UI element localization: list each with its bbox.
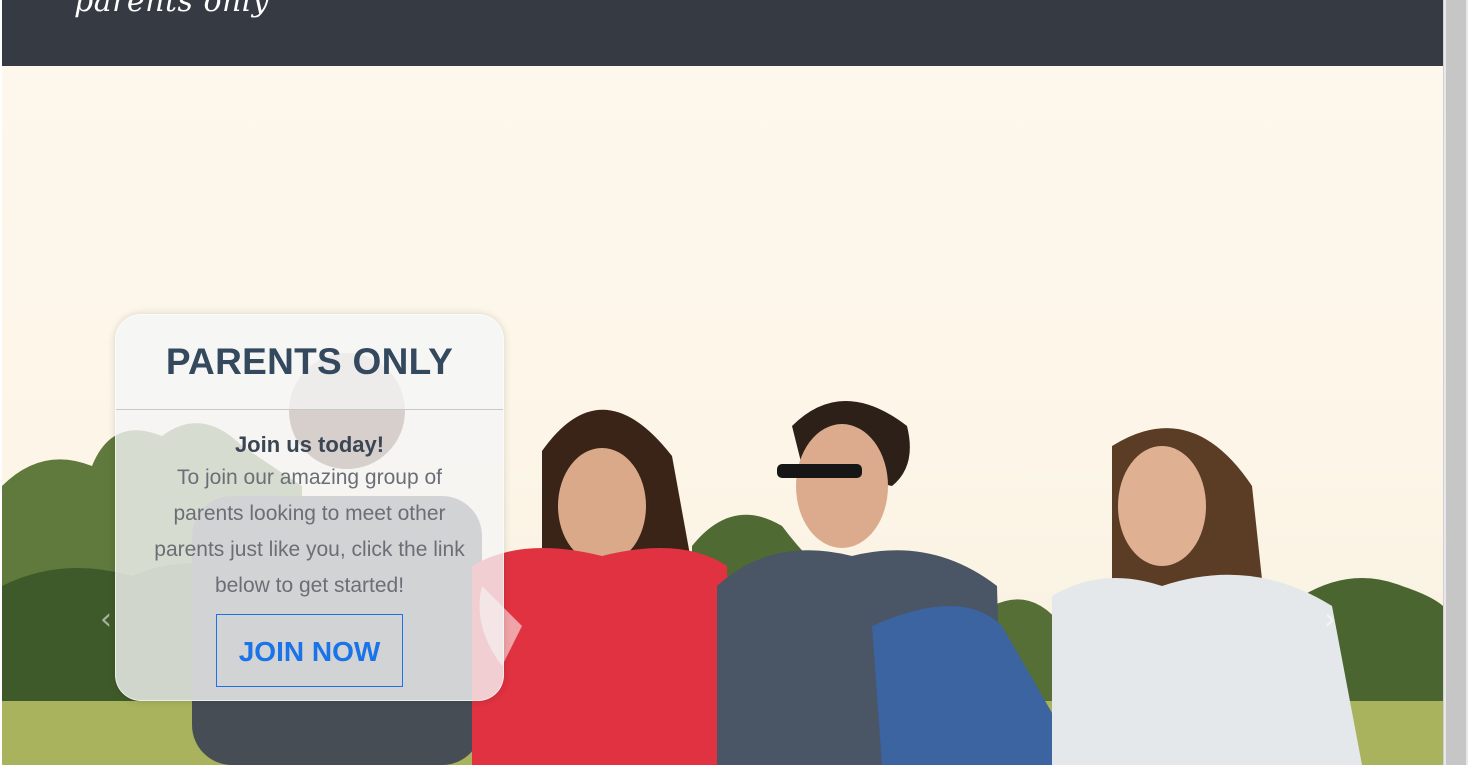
card-title: PARENTS ONLY xyxy=(165,341,454,382)
join-now-button[interactable]: JOIN NOW xyxy=(216,614,403,687)
carousel-next-control[interactable]: › xyxy=(1324,602,1336,637)
carousel-prev-control[interactable]: ‹ xyxy=(100,602,112,637)
site-logo[interactable]: parents only xyxy=(74,0,269,19)
card-body: Join us today! To join our amazing group… xyxy=(116,410,503,687)
scrollbar-thumb[interactable] xyxy=(1446,0,1466,765)
top-navbar: parents only xyxy=(2,0,1443,66)
caption-card: PARENTS ONLY Join us today! To join our … xyxy=(115,314,504,701)
card-header: PARENTS ONLY xyxy=(116,315,503,410)
card-subtitle: Join us today! xyxy=(234,432,385,457)
card-description: To join our amazing group of parents loo… xyxy=(154,466,465,597)
